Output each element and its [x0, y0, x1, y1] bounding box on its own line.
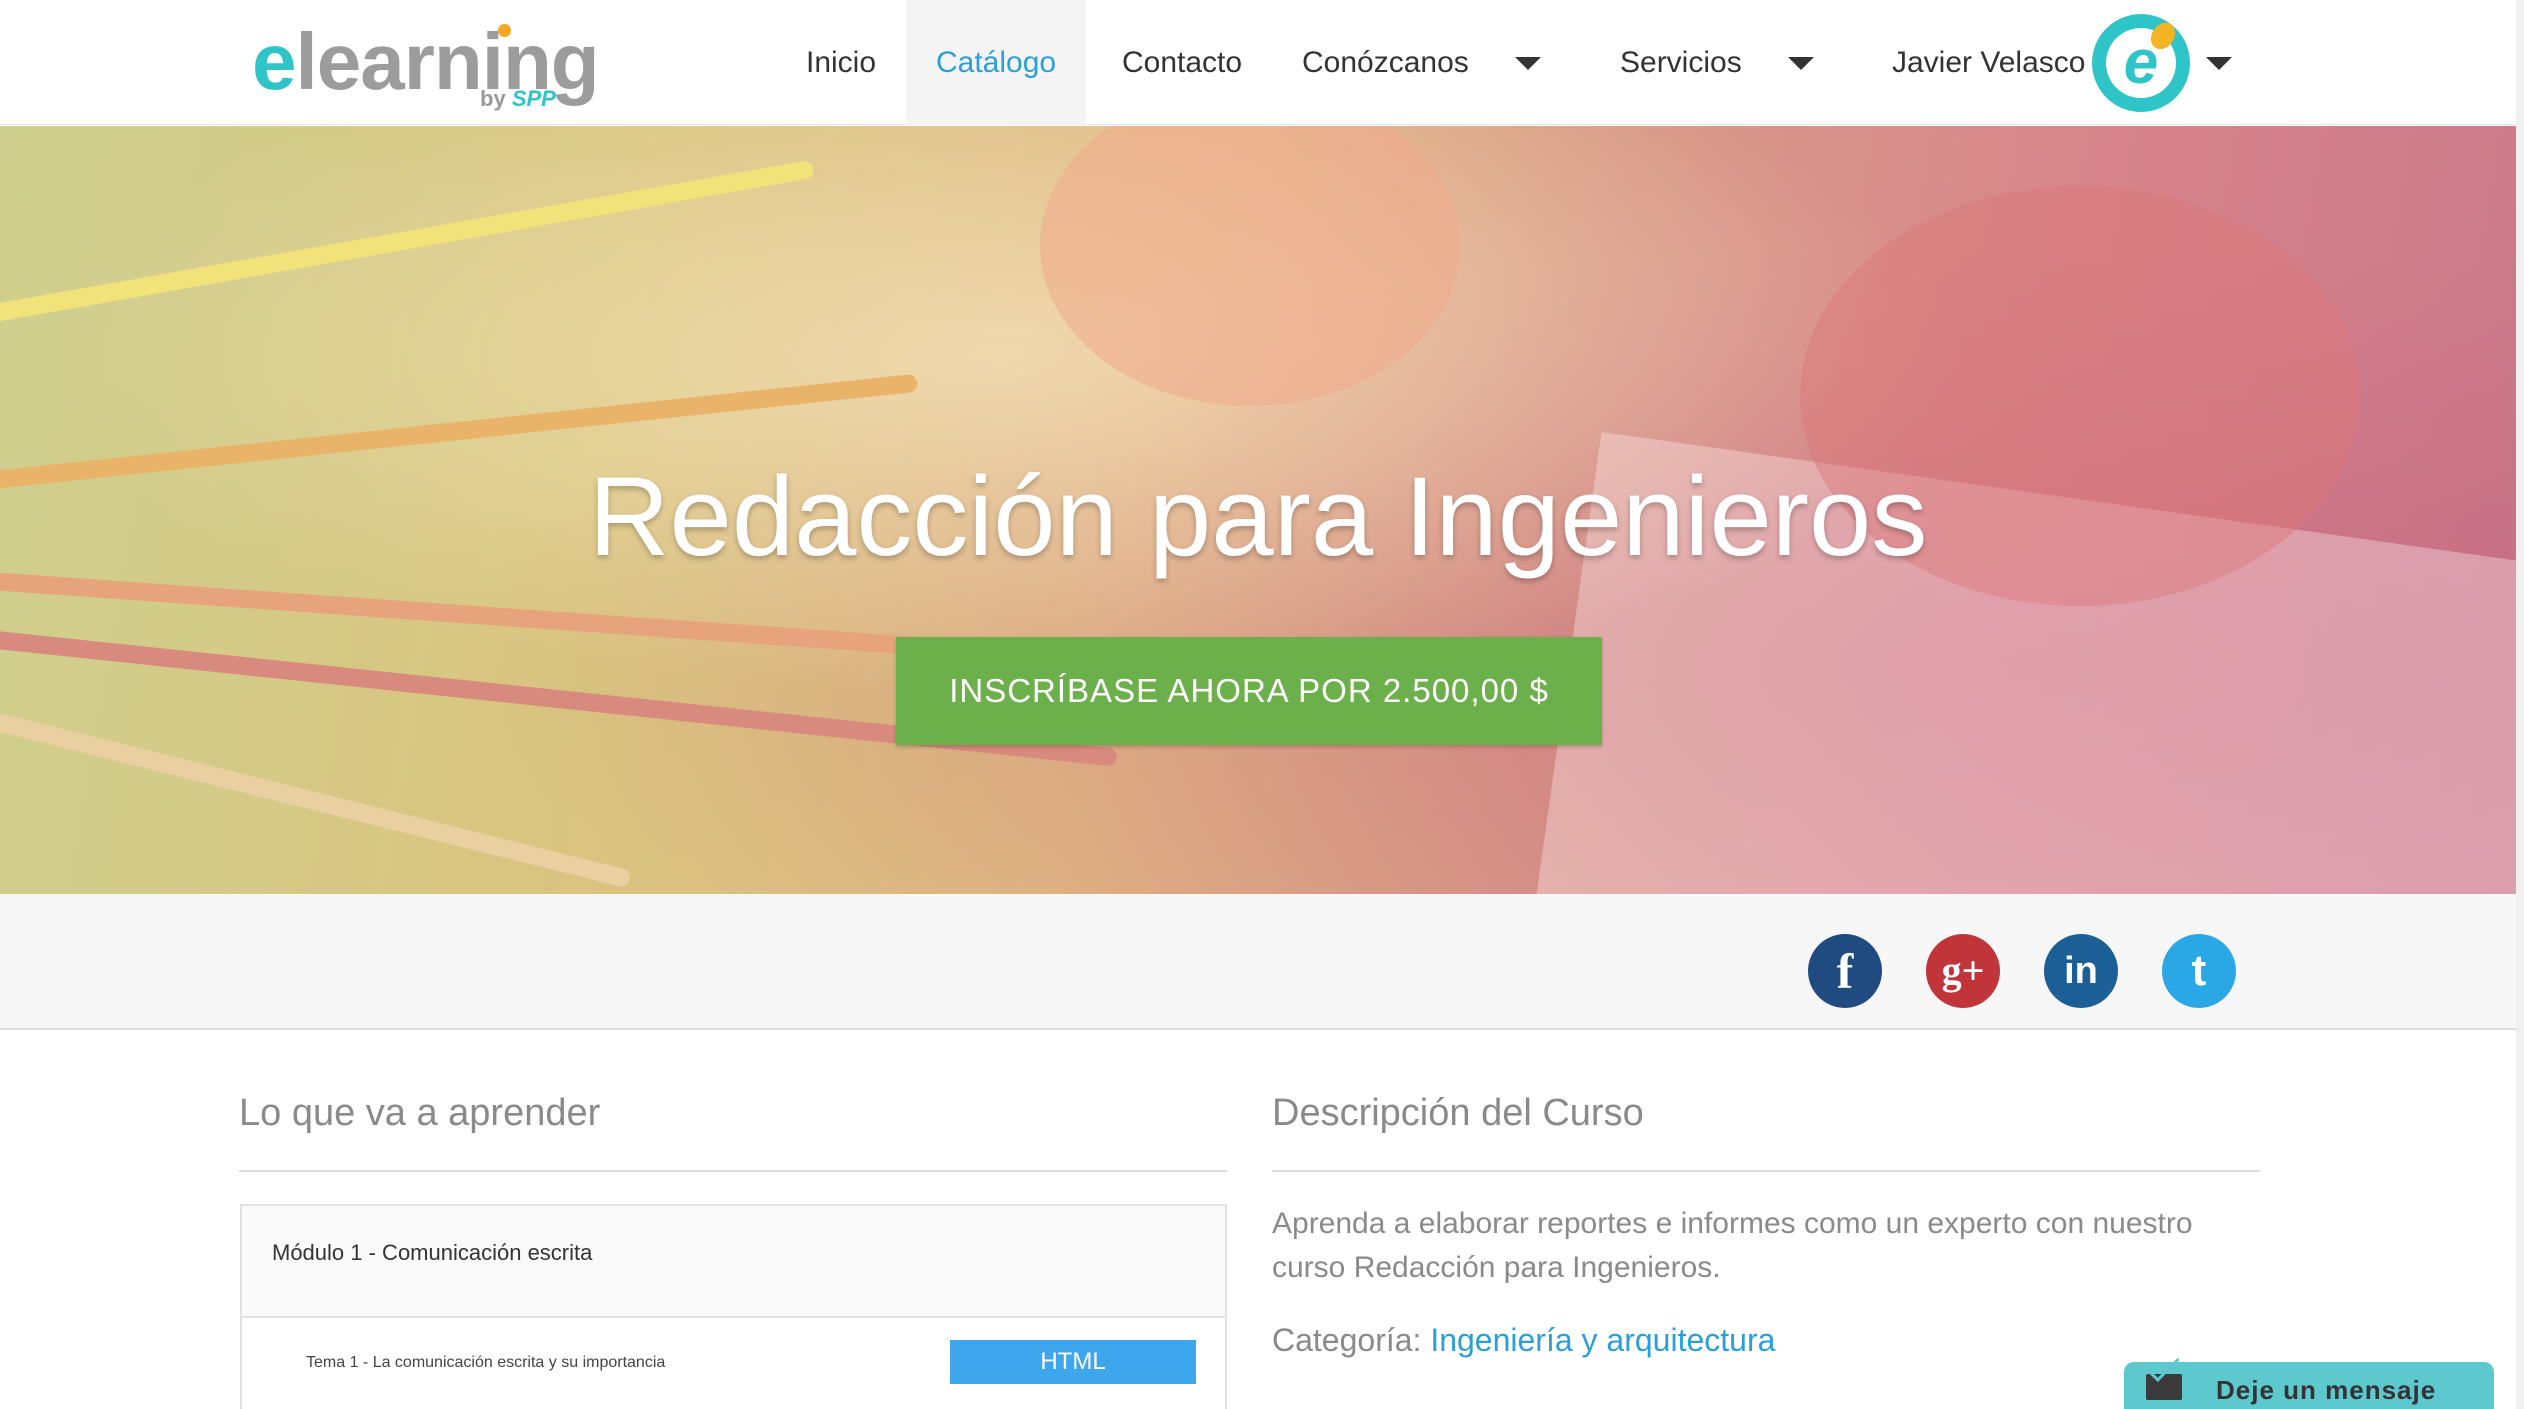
- servicios-chevron-down-icon[interactable]: [1788, 57, 1814, 70]
- learn-divider: [239, 1170, 1227, 1172]
- social-share-bar: f g+ in t: [0, 894, 2516, 1030]
- user-avatar[interactable]: e: [2092, 14, 2190, 112]
- learn-heading: Lo que va a aprender: [239, 1092, 601, 1134]
- course-title: Redacción para Ingenieros: [588, 454, 1928, 579]
- category-label: Categoría:: [1272, 1322, 1422, 1358]
- nav-inicio[interactable]: Inicio: [776, 0, 906, 125]
- conozcanos-chevron-down-icon[interactable]: [1515, 57, 1541, 70]
- page-scrollbar[interactable]: [2516, 0, 2524, 1409]
- user-menu-chevron-down-icon[interactable]: [2206, 57, 2232, 70]
- logo-accent-dot: [498, 24, 511, 37]
- course-hero-banner: Redacción para Ingenieros INSCRÍBASE AHO…: [0, 126, 2516, 894]
- leave-message-tab[interactable]: Deje un mensaje: [2124, 1362, 2494, 1409]
- course-description: Aprenda a elaborar reportes e informes c…: [1272, 1207, 2193, 1284]
- topic-html-button[interactable]: HTML: [950, 1340, 1196, 1384]
- elearning-logo[interactable]: elearning by SPP: [252, 22, 612, 112]
- category-link[interactable]: Ingeniería y arquitectura: [1430, 1322, 1775, 1358]
- nav-servicios[interactable]: Servicios: [1590, 0, 1772, 125]
- logo-byline: by SPP: [480, 86, 556, 111]
- topic-title: Tema 1 - La comunicación escrita y su im…: [306, 1354, 666, 1371]
- nav-conozcanos[interactable]: Conózcanos: [1272, 0, 1499, 125]
- facebook-icon[interactable]: f: [1808, 934, 1882, 1008]
- description-divider: [1272, 1170, 2260, 1172]
- nav-contacto[interactable]: Contacto: [1092, 0, 1272, 125]
- linkedin-icon[interactable]: in: [2044, 934, 2118, 1008]
- course-category: Categoría: Ingeniería y arquitectura: [1272, 1322, 1775, 1359]
- module-panel: Módulo 1 - Comunicación escrita Tema 1 -…: [240, 1204, 1227, 1409]
- envelope-icon: [2146, 1374, 2182, 1400]
- leave-message-label: Deje un mensaje: [2216, 1375, 2437, 1405]
- module-title: Módulo 1 - Comunicación escrita: [272, 1240, 593, 1265]
- top-navbar: elearning by SPP Inicio Catálogo Contact…: [0, 0, 2516, 125]
- twitter-icon[interactable]: t: [2162, 934, 2236, 1008]
- google-plus-icon[interactable]: g+: [1926, 934, 2000, 1008]
- nav-catalogo[interactable]: Catálogo: [906, 0, 1087, 125]
- enroll-now-button[interactable]: INSCRÍBASE AHORA POR 2.500,00 $: [896, 637, 1602, 745]
- description-heading: Descripción del Curso: [1272, 1092, 1644, 1134]
- user-name[interactable]: Javier Velasco: [1862, 0, 2115, 125]
- module-header[interactable]: Módulo 1 - Comunicación escrita: [242, 1206, 1225, 1318]
